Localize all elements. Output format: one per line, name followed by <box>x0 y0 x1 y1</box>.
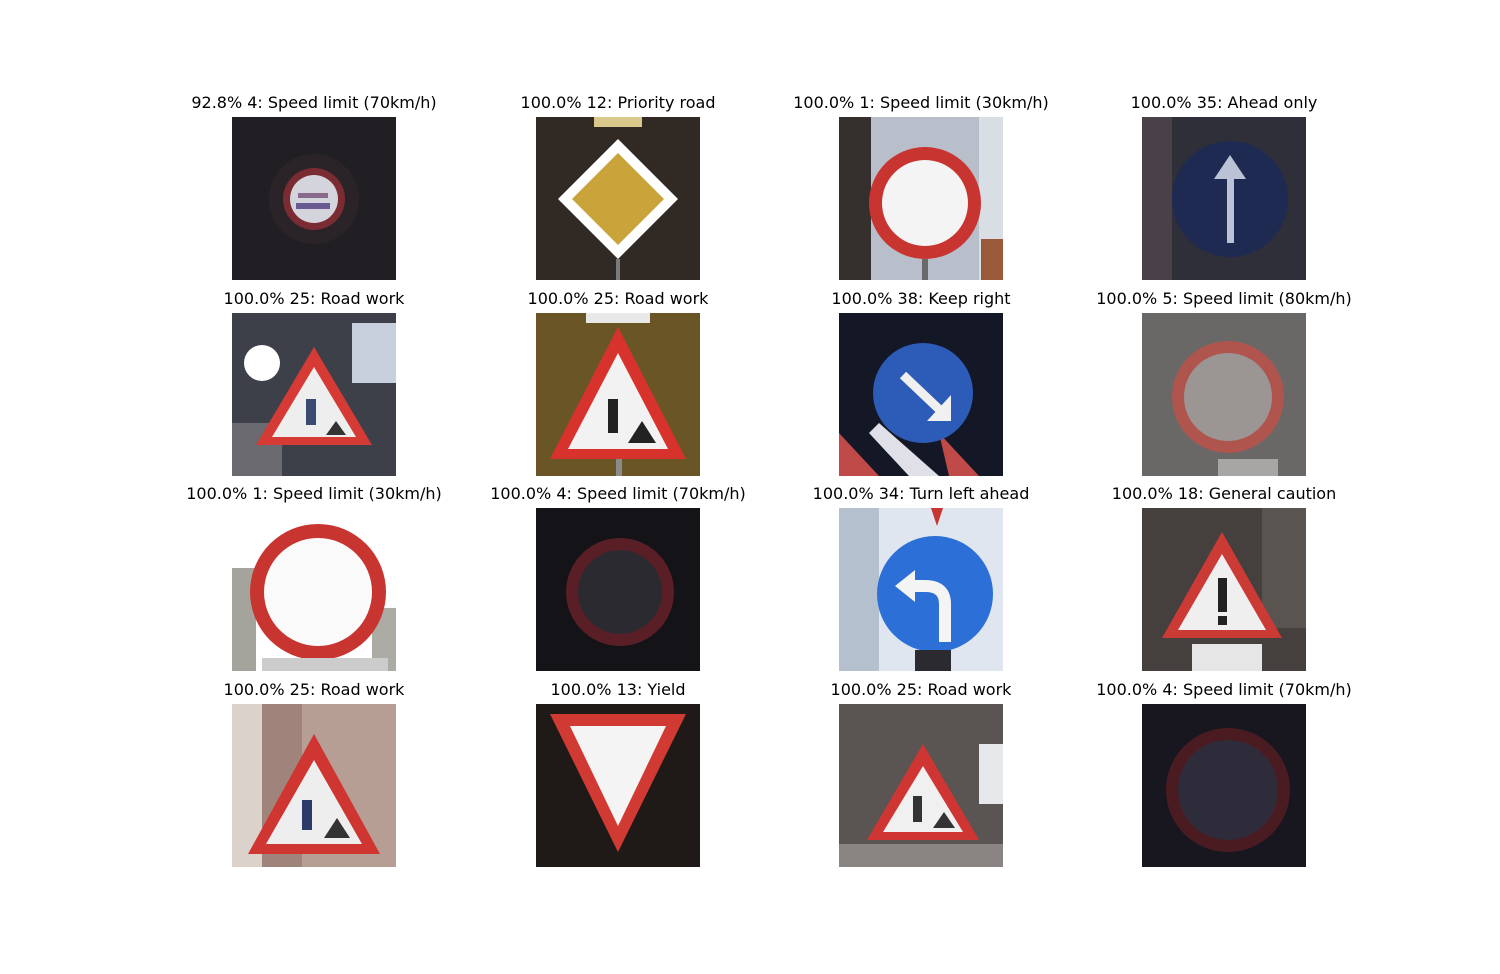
panel-caption: 100.0% 1: Speed limit (30km/h) <box>793 93 1049 112</box>
speed-limit-30-sign-icon <box>232 508 396 671</box>
turn-left-ahead-sign-icon <box>839 508 1003 671</box>
panel-caption: 100.0% 12: Priority road <box>520 93 716 112</box>
road-work-sign-icon <box>232 313 396 476</box>
ahead-only-sign-icon <box>1142 117 1306 280</box>
panel-caption: 100.0% 4: Speed limit (70km/h) <box>490 484 746 503</box>
speed-limit-70-sign-icon <box>536 508 700 671</box>
panel-caption: 100.0% 38: Keep right <box>831 289 1011 308</box>
yield-sign-icon <box>536 704 700 867</box>
speed-limit-30-sign-icon <box>839 117 1003 280</box>
panel-caption: 100.0% 25: Road work <box>223 289 405 308</box>
panel-caption: 100.0% 4: Speed limit (70km/h) <box>1096 680 1352 699</box>
speed-limit-70-sign-icon <box>1142 704 1306 867</box>
panel-caption: 100.0% 25: Road work <box>527 289 709 308</box>
panel-caption: 100.0% 25: Road work <box>223 680 405 699</box>
prediction-grid: 92.8% 4: Speed limit (70km/h) 100.0% 12:… <box>0 0 1500 974</box>
priority-road-sign-icon <box>536 117 700 280</box>
panel-caption: 100.0% 5: Speed limit (80km/h) <box>1096 289 1352 308</box>
panel-caption: 100.0% 18: General caution <box>1111 484 1337 503</box>
panel-caption: 100.0% 25: Road work <box>830 680 1012 699</box>
general-caution-sign-icon <box>1142 508 1306 671</box>
panel-caption: 92.8% 4: Speed limit (70km/h) <box>191 93 437 112</box>
keep-right-sign-icon <box>839 313 1003 476</box>
speed-limit-80-sign-icon <box>1142 313 1306 476</box>
road-work-sign-icon <box>839 704 1003 867</box>
panel-caption: 100.0% 13: Yield <box>550 680 686 699</box>
panel-caption: 100.0% 34: Turn left ahead <box>812 484 1030 503</box>
speed-limit-70-sign-icon <box>232 117 396 280</box>
panel-caption: 100.0% 35: Ahead only <box>1130 93 1318 112</box>
panel-caption: 100.0% 1: Speed limit (30km/h) <box>186 484 442 503</box>
road-work-sign-icon <box>536 313 700 476</box>
road-work-sign-icon <box>232 704 396 867</box>
